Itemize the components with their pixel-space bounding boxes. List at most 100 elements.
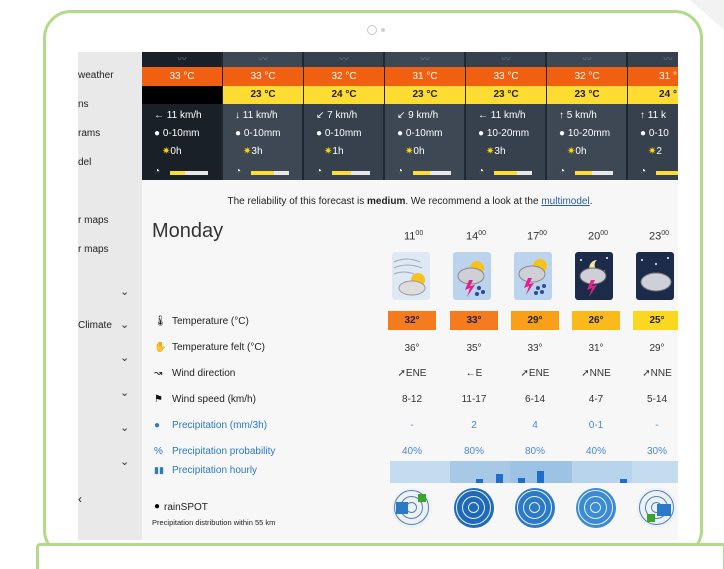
- wind-speed: ↙ 9 km/h: [397, 110, 439, 121]
- chevron-down-icon[interactable]: ⌄: [120, 455, 129, 468]
- hour-label: 1100: [404, 230, 424, 243]
- sidebar: weather ns rams del r maps r maps ⌄ Clim…: [78, 52, 142, 540]
- precipitation-amount: ● 0-10mm: [316, 128, 362, 139]
- sidebar-item-del[interactable]: del: [78, 157, 91, 168]
- precip-value: 4: [532, 420, 538, 431]
- day-column[interactable]: 〰 31 ° 24 ° ↑ 11 k ● 0-10 ✷2 ◔: [628, 52, 678, 180]
- wind_speed-value: 11-17: [461, 394, 487, 405]
- temperature-felt-label: Temperature felt (°C): [172, 342, 265, 353]
- sunshine-hours: ✷1h: [324, 146, 344, 157]
- reliability-text: The reliability of this forecast is: [227, 196, 367, 207]
- rainspot-map[interactable]: [637, 488, 677, 528]
- max-temperature: 32 °C: [547, 67, 627, 86]
- rainspot-map[interactable]: [454, 488, 494, 528]
- precipitation-amount: ● 0-10mm: [397, 128, 443, 139]
- temperature-value: 32°: [388, 311, 436, 330]
- wind_speed-value: 6-14: [524, 394, 545, 405]
- felt-value: 33°: [527, 343, 543, 354]
- chevron-down-icon[interactable]: ⌄: [120, 351, 129, 364]
- predictability-gauge-icon: ◔: [478, 166, 485, 177]
- temperature-value: 25°: [633, 311, 678, 330]
- prob-value: 40%: [585, 446, 606, 457]
- wind-direction-icon: ↝: [154, 368, 163, 379]
- rain-hourly-icon: ▮▮: [154, 465, 164, 475]
- max-temperature: 33 °C: [142, 67, 222, 86]
- sidebar-item-maps-1[interactable]: r maps: [78, 215, 109, 226]
- thunder-rain-icon: [453, 252, 491, 300]
- wind_speed-value: 8-12: [401, 394, 422, 405]
- night-thunder-icon: [575, 252, 613, 300]
- sunshine-hours: ✷0h: [405, 146, 425, 157]
- thunder-rain-icon: [514, 252, 552, 300]
- precip-value: -: [410, 420, 414, 431]
- predictability-bar: [170, 171, 208, 175]
- day-column[interactable]: 〰 33 °C ← 11 km/h ● 0-10mm ✷0h ◔: [142, 52, 222, 180]
- wind_dir-value: ➚NNE: [581, 368, 611, 379]
- raindrop-icon: ●: [154, 420, 161, 431]
- night-cloudy-icon: [636, 252, 674, 300]
- day-column[interactable]: 〰 32 °C 24 °C ↙ 7 km/h ● 0-10mm ✷1h ◔: [304, 52, 384, 180]
- rainspot-map[interactable]: [515, 488, 555, 528]
- wind-speed: ← 11 km/h: [154, 110, 202, 121]
- reliability-suffix: .: [589, 196, 593, 207]
- precip-value: 0-1: [588, 420, 604, 431]
- precip-value: -: [655, 420, 659, 431]
- hour-label: 1400: [466, 230, 487, 243]
- wave-icon: 〰: [663, 54, 673, 64]
- prob-value: 80%: [524, 446, 545, 457]
- sunshine-hours: ✷3h: [486, 146, 506, 157]
- chevron-left-icon[interactable]: ‹: [78, 492, 82, 506]
- predictability-bar: [656, 171, 678, 175]
- chevron-down-icon[interactable]: ⌄: [120, 421, 129, 434]
- camera-dot-icon: [381, 28, 385, 32]
- felt-value: 35°: [466, 343, 482, 354]
- precipitation-amount: ● 10-20mm: [559, 128, 611, 139]
- predictability-bar: [251, 171, 289, 175]
- temperature-value: 33°: [450, 311, 498, 330]
- wave-icon: 〰: [177, 54, 187, 64]
- chevron-down-icon[interactable]: ⌄: [120, 386, 129, 399]
- rainspot-title: rainSPOT: [164, 502, 208, 513]
- max-temperature: 32 °C: [304, 67, 384, 86]
- wind-speed-label: Wind speed (km/h): [172, 394, 256, 405]
- day-column[interactable]: 〰 32 °C 23 °C ↑ 5 km/h ● 10-20mm ✷0h ◔: [547, 52, 627, 180]
- predictability-bar: [575, 171, 613, 175]
- chevron-down-icon[interactable]: ⌄: [120, 285, 129, 298]
- chevron-down-icon[interactable]: ⌄: [120, 318, 129, 331]
- reliability-text-2: . We recommend a look at the: [405, 196, 542, 207]
- laptop-base: [36, 543, 724, 569]
- min-temperature: 24 °C: [304, 86, 384, 104]
- wind_dir-value: ←E: [465, 368, 483, 379]
- multimodel-link[interactable]: multimodel: [541, 196, 589, 207]
- temperature-value: 29°: [511, 311, 559, 330]
- prob-value: 30%: [646, 446, 667, 457]
- sunshine-hours: ✷2: [648, 146, 662, 157]
- wind-speed: ↑ 5 km/h: [559, 110, 597, 121]
- sunshine-hours: ✷0h: [567, 146, 587, 157]
- daily-forecast-strip: 〰 33 °C ← 11 km/h ● 0-10mm ✷0h ◔ 〰 33 °C 23 °C ↓ …: [142, 52, 678, 180]
- wind_dir-value: ➚NNE: [642, 368, 672, 379]
- sidebar-item-climate[interactable]: Climate: [78, 320, 112, 331]
- min-temperature: 24 °: [628, 86, 678, 104]
- sidebar-item-maps-2[interactable]: r maps: [78, 244, 109, 255]
- precipitation-hourly-bars: [390, 461, 678, 483]
- precipitation-hourly-label[interactable]: Precipitation hourly: [172, 465, 257, 476]
- forecast-content: 〰 33 °C ← 11 km/h ● 0-10mm ✷0h ◔ 〰 33 °C 23 °C ↓ …: [142, 52, 678, 540]
- day-column[interactable]: 〰 33 °C 23 °C ↓ 11 km/h ● 0-10mm ✷3h ◔: [223, 52, 303, 180]
- precipitation-probability-label[interactable]: Precipitation probability: [172, 446, 275, 457]
- rainspot-map[interactable]: [576, 488, 616, 528]
- sidebar-item-weather[interactable]: weather: [78, 70, 114, 81]
- max-temperature: 31 °: [628, 67, 678, 86]
- prob-value: 80%: [463, 446, 484, 457]
- sidebar-item-ns[interactable]: ns: [78, 99, 89, 110]
- sunny-cloudy-windy-icon: [392, 252, 430, 300]
- reliability-level: medium: [367, 196, 406, 207]
- day-column[interactable]: 〰 33 °C 23 °C ← 11 km/h ● 10-20mm ✷3h ◔: [466, 52, 546, 180]
- rainspot-map[interactable]: [392, 488, 432, 528]
- screen: weather ns rams del r maps r maps ⌄ Clim…: [78, 52, 678, 540]
- sidebar-item-rams[interactable]: rams: [78, 128, 100, 139]
- precipitation-label[interactable]: Precipitation (mm/3h): [172, 420, 267, 431]
- day-column[interactable]: 〰 31 °C 23 °C ↙ 9 km/h ● 0-10mm ✷0h ◔: [385, 52, 465, 180]
- predictability-bar: [413, 171, 451, 175]
- precipitation-amount: ● 0-10mm: [235, 128, 281, 139]
